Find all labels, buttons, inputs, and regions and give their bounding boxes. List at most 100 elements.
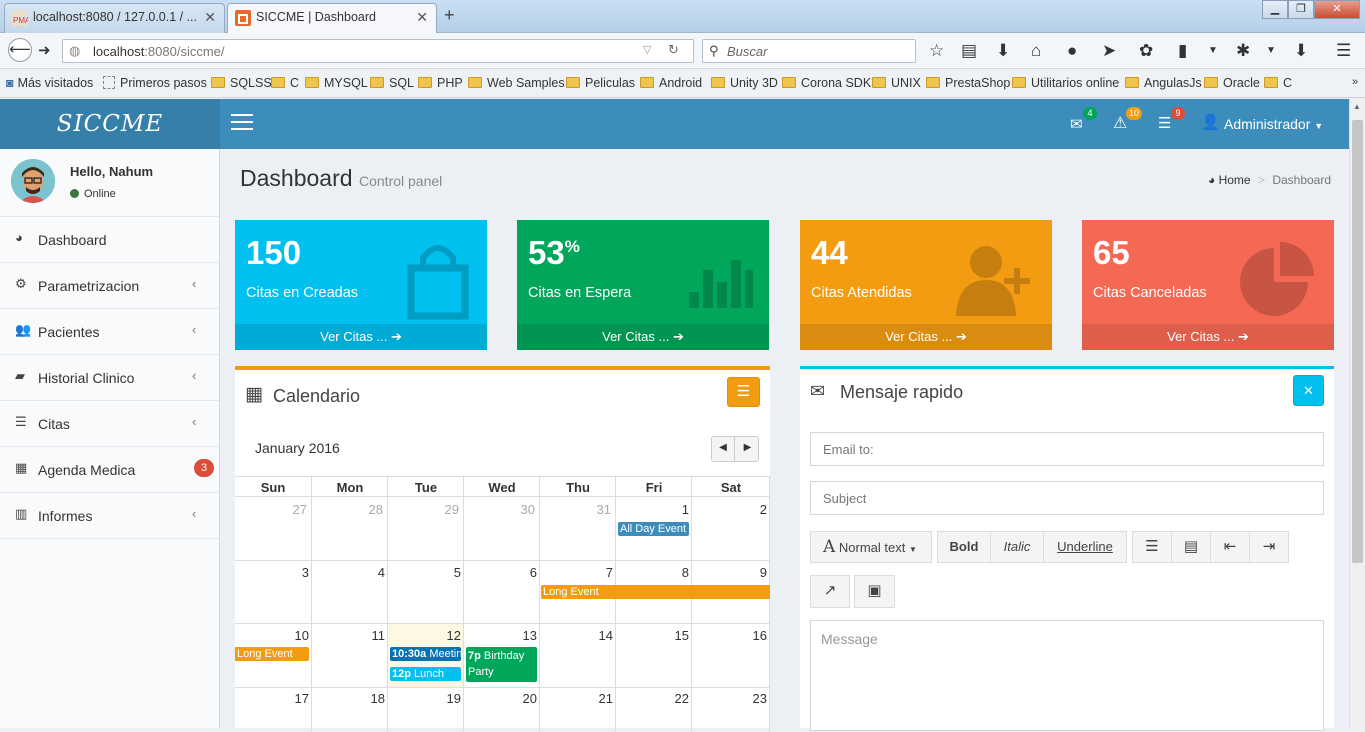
downloads-icon[interactable]: ⬇ [1294, 41, 1308, 61]
calendar-day[interactable]: 21 [539, 691, 613, 706]
outdent-icon[interactable]: ⇤ [1210, 531, 1250, 563]
underline-button[interactable]: Underline [1043, 531, 1127, 563]
tasks-icon[interactable]: ☰ [1158, 114, 1171, 132]
sidebar-item-agenda-medica[interactable]: ▦ Agenda Medica 3 [0, 447, 219, 493]
bookmark-folder[interactable]: SQLSS [211, 76, 272, 90]
bookmark-star-icon[interactable]: ☆ [929, 41, 944, 61]
calendar-day[interactable]: 8 [615, 565, 689, 580]
bookmark-folder[interactable]: Web Samples [468, 76, 565, 90]
calendar-day[interactable]: 23 [691, 691, 767, 706]
download-icon[interactable]: ⬇ [996, 41, 1010, 61]
chat-icon[interactable]: ● [1067, 41, 1077, 61]
indent-icon[interactable]: ⇥ [1249, 531, 1289, 563]
menu-icon[interactable]: ☰ [1336, 41, 1351, 61]
page-scrollbar[interactable]: ▲ [1349, 98, 1365, 728]
bookmark-item[interactable]: ◙ Más visitados [6, 76, 93, 90]
insert-image-icon[interactable]: ▣ [854, 575, 895, 608]
calendar-day[interactable]: 18 [311, 691, 385, 706]
calendar-menu-button[interactable]: ☰ [727, 377, 760, 407]
calendar-day[interactable]: 10 [235, 628, 309, 643]
calendar-event-long[interactable]: Long Event [235, 647, 309, 661]
user-icon[interactable]: 👤 [1201, 113, 1220, 131]
sidebar-item-parametrizacion[interactable]: ⚙ Parametrizacion ‹ [0, 263, 219, 309]
bookmark-folder[interactable]: Peliculas [566, 76, 635, 90]
insert-link-icon[interactable]: ↗ [810, 575, 850, 608]
close-tab-icon[interactable]: ✕ [204, 4, 216, 30]
calendar-day[interactable]: 3 [235, 565, 309, 580]
calendar-day[interactable]: 17 [235, 691, 309, 706]
ordered-list-icon[interactable]: ▤ [1171, 531, 1211, 563]
bookmark-folder[interactable]: C [1264, 76, 1292, 90]
minimize-window-icon[interactable]: ▁ [1262, 0, 1288, 19]
app-logo[interactable]: SICCME [0, 99, 220, 149]
bookmark-folder[interactable]: Unity 3D [711, 76, 778, 90]
calendar-day[interactable]: 19 [387, 691, 461, 706]
bookmarks-list-icon[interactable]: ▤ [961, 41, 977, 61]
url-bar[interactable]: ◍ localhost:8080/siccme/ ▽ ↻ [62, 39, 694, 63]
calendar-day[interactable]: 4 [311, 565, 385, 580]
calendar-day[interactable]: 27 [235, 502, 307, 517]
stat-link[interactable]: Ver Citas ... ➔ [800, 324, 1052, 350]
bookmark-folder[interactable]: Oracle [1204, 76, 1260, 90]
text-format-dropdown[interactable]: A Normal text ▼ [810, 531, 932, 563]
stat-link[interactable]: Ver Citas ... ➔ [235, 324, 487, 350]
calendar-day[interactable]: 30 [463, 502, 535, 517]
bookmark-folder[interactable]: PHP [418, 76, 463, 90]
send-icon[interactable]: ➤ [1102, 41, 1116, 61]
calendar-day[interactable]: 29 [387, 502, 459, 517]
browser-tab-phpmyadmin[interactable]: PMA localhost:8080 / 127.0.0.1 / ... ✕ [4, 3, 225, 33]
calendar-event-birthday[interactable]: 7p Birthday Party [466, 647, 537, 682]
bookmark-folder[interactable]: AngulasJs [1125, 76, 1202, 90]
bookmarks-overflow-icon[interactable]: » [1352, 76, 1358, 88]
calendar-day[interactable]: 12 [387, 628, 461, 643]
dropdown-arrow-icon[interactable]: ▼ [1208, 45, 1218, 56]
new-tab-icon[interactable]: + [444, 5, 455, 26]
bookmark-folder[interactable]: SQL [370, 76, 414, 90]
sidebar-item-dashboard[interactable]: ◕ Dashboard [0, 217, 219, 263]
close-tab-icon[interactable]: ✕ [416, 4, 428, 30]
prev-month-icon[interactable]: ◀ [712, 437, 735, 461]
calendar-day[interactable]: 6 [463, 565, 537, 580]
bookmark-folder[interactable]: UNIX [872, 76, 921, 90]
browser-tab-siccme[interactable]: SICCME | Dashboard ✕ [227, 3, 437, 33]
calendar-day[interactable]: 1 [615, 502, 689, 517]
envelope-icon[interactable]: ✉ [1070, 115, 1083, 133]
home-icon[interactable]: ⌂ [1031, 41, 1041, 61]
scroll-up-icon[interactable]: ▲ [1353, 102, 1361, 111]
sidebar-item-citas[interactable]: ☰ Citas ‹ [0, 401, 219, 447]
subject-input[interactable]: Subject [810, 481, 1324, 515]
calendar-day[interactable]: 14 [539, 628, 613, 643]
bookmark-item[interactable]: Primeros pasos [103, 76, 207, 90]
calendar-day[interactable]: 28 [311, 502, 383, 517]
calendar-day[interactable]: 15 [615, 628, 689, 643]
bookmark-folder[interactable]: PrestaShop [926, 76, 1010, 90]
reload-icon[interactable]: ↻ [668, 42, 679, 58]
stat-link[interactable]: Ver Citas ... ➔ [517, 324, 769, 350]
calendar-day[interactable]: 5 [387, 565, 461, 580]
calendar-day[interactable]: 2 [691, 502, 767, 517]
browser-search-input[interactable]: ⚲ Buscar [702, 39, 916, 63]
calendar-day[interactable]: 7 [539, 565, 613, 580]
email-to-input[interactable]: Email to: [810, 432, 1324, 466]
calendar-event-all-day[interactable]: All Day Event [618, 522, 689, 536]
close-box-button[interactable]: ✕ [1293, 375, 1324, 406]
addon-icon[interactable]: ✿ [1139, 41, 1153, 61]
scrollbar-thumb[interactable] [1352, 120, 1363, 563]
dropdown-arrow-icon[interactable]: ▽ [643, 43, 651, 56]
forward-icon[interactable]: ➜ [38, 41, 51, 59]
sidebar-item-pacientes[interactable]: 👥 Pacientes ‹ [0, 309, 219, 355]
close-window-icon[interactable]: ✕ [1314, 0, 1360, 19]
clipboard-icon[interactable]: ▮ [1178, 41, 1187, 61]
dropdown-arrow-icon[interactable]: ▼ [1266, 45, 1276, 56]
maximize-window-icon[interactable]: ❐ [1288, 0, 1314, 19]
stat-link[interactable]: Ver Citas ... ➔ [1082, 324, 1334, 350]
italic-button[interactable]: Italic [990, 531, 1044, 563]
calendar-day[interactable]: 13 [463, 628, 537, 643]
calendar-day[interactable]: 22 [615, 691, 689, 706]
bold-button[interactable]: Bold [937, 531, 991, 563]
sidebar-item-informes[interactable]: ▥ Informes ‹ [0, 493, 219, 539]
warning-icon[interactable]: ⚠ [1113, 113, 1127, 133]
sidebar-item-historial-clinico[interactable]: ▰ Historial Clinico ‹ [0, 355, 219, 401]
calendar-event-long[interactable]: Long Event [541, 585, 770, 599]
user-menu[interactable]: Administrador ▼ [1224, 116, 1323, 132]
